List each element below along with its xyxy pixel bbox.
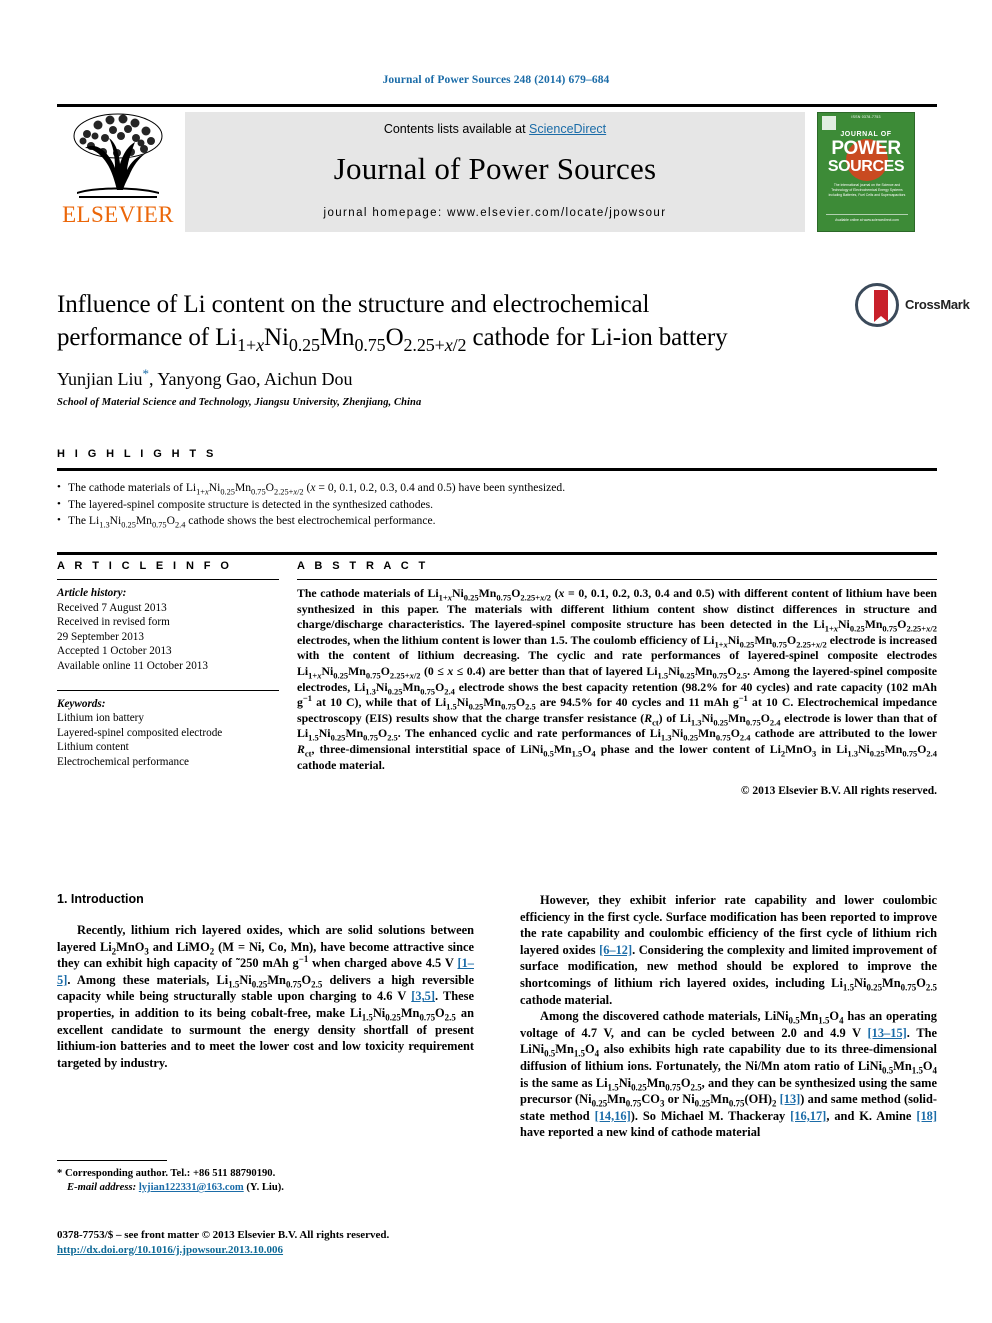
citation-link[interactable]: [3,5] [411, 989, 435, 1003]
author-list: Yunjian Liu*, Yanyong Gao, Aichun Dou [57, 366, 353, 389]
list-item: The Li1.3Ni0.25Mn0.75O2.4 cathode shows … [57, 512, 937, 530]
body-column-left: 1. Introduction Recently, lithium rich l… [57, 892, 474, 1141]
article-info-rule [57, 579, 279, 580]
bottom-matter: 0378-7753/$ – see front matter © 2013 El… [57, 1228, 657, 1257]
keywords-title: Keywords: [57, 697, 106, 710]
body-column-right: However, they exhibit inferior rate capa… [520, 892, 937, 1141]
keyword-item: Lithium content [57, 741, 129, 754]
title-line-1: Influence of Li content on the structure… [57, 291, 650, 318]
article-info-column: A R T I C L E I N F O Article history: R… [57, 560, 279, 797]
section-heading-introduction: 1. Introduction [57, 892, 144, 906]
elsevier-wordmark: ELSEVIER [62, 202, 174, 227]
running-head: Journal of Power Sources 248 (2014) 679–… [382, 74, 610, 86]
email-note: E-mail address: lyjian122331@163.com (Y.… [57, 1181, 474, 1195]
history-item: Received 7 August 2013 [57, 601, 167, 614]
paragraph: However, they exhibit inferior rate capa… [520, 893, 937, 1007]
highlights-rule [57, 468, 937, 471]
history-item: Available online 11 October 2013 [57, 659, 208, 672]
citation-link[interactable]: [18] [916, 1109, 937, 1123]
email-link[interactable]: lyjian122331@163.com [139, 1182, 244, 1193]
list-item: The cathode materials of Li1+xNi0.25Mn0.… [57, 479, 937, 497]
citation-link[interactable]: [16,17] [790, 1109, 826, 1123]
citation-link[interactable]: [13–15] [868, 1026, 907, 1040]
contents-line: Contents lists available at ScienceDirec… [185, 112, 805, 136]
keyword-item: Lithium ion battery [57, 712, 144, 725]
keywords-block: Keywords: Lithium ion battery Layered-sp… [57, 697, 279, 770]
paragraph: Among the discovered cathode materials, … [520, 1009, 937, 1140]
cover-issn: ISSN 0378-7753 [851, 115, 881, 119]
corresponding-author-marker: * [142, 366, 150, 381]
crossmark-circle-icon [855, 283, 899, 327]
footnote-rule [57, 1160, 167, 1161]
corresponding-author-note: * Corresponding author. Tel.: +86 511 88… [57, 1168, 276, 1179]
keywords-rule [57, 689, 279, 691]
history-item: 29 September 2013 [57, 630, 144, 643]
crossmark-label: CrossMark [905, 297, 970, 312]
journal-masthead: ELSEVIER Contents lists available at Sci… [57, 104, 937, 234]
history-item: Accepted 1 October 2013 [57, 645, 172, 658]
highlights-list: The cathode materials of Li1+xNi0.25Mn0.… [57, 472, 937, 530]
title-block: Influence of Li content on the structure… [57, 288, 847, 408]
citation-link[interactable]: [13] [780, 1092, 801, 1106]
keyword-item: Electrochemical performance [57, 755, 189, 768]
history-item: Received in revised form [57, 616, 170, 629]
abstract-column: A B S T R A C T The cathode materials of… [297, 560, 937, 797]
masthead-center-band: Contents lists available at ScienceDirec… [185, 112, 805, 232]
paragraph: Recently, lithium rich layered oxides, w… [57, 923, 475, 1070]
article-info-label: A R T I C L E I N F O [57, 560, 233, 572]
cover-journal-of: JOURNAL OF [840, 131, 892, 138]
journal-cover-thumbnail: ISSN 0378-7753 JOURNAL OF POWER SOURCES … [817, 112, 915, 232]
email-label: E-mail address: [67, 1182, 137, 1193]
title-line-2: performance of Li1+xNi0.25Mn0.75O2.25+x/… [57, 324, 728, 355]
elsevier-tree-icon [73, 113, 163, 198]
abstract-label: A B S T R A C T [297, 560, 429, 572]
citation-link[interactable]: [6–12] [599, 943, 632, 957]
contents-prefix: Contents lists available at [383, 122, 530, 136]
crossmark-ribbon-icon [874, 290, 888, 322]
cover-footer: Available online at www.sciencedirect.co… [826, 214, 908, 223]
abstract-rule [297, 579, 937, 580]
crossmark-badge[interactable]: CrossMark [855, 283, 970, 329]
journal-title: Journal of Power Sources [333, 151, 657, 186]
citation-link[interactable]: [14,16] [595, 1109, 631, 1123]
email-suffix: (Y. Liu). [243, 1182, 284, 1193]
doi-link[interactable]: http://dx.doi.org/10.1016/j.jpowsour.201… [57, 1244, 283, 1256]
paper-page: Journal of Power Sources 248 (2014) 679–… [0, 0, 992, 1323]
cover-sources-word: SOURCES [827, 158, 905, 175]
copyright-line: © 2013 Elsevier B.V. All rights reserved… [740, 785, 937, 798]
info-abstract-top-rule [57, 552, 937, 555]
footnote-block: * Corresponding author. Tel.: +86 511 88… [57, 1160, 474, 1195]
info-abstract-section: A R T I C L E I N F O Article history: R… [57, 552, 937, 797]
sciencedirect-link[interactable]: ScienceDirect [529, 122, 606, 136]
article-history-title: Article history: [57, 587, 127, 599]
affiliation: School of Material Science and Technolog… [57, 397, 422, 408]
highlights-label: H I G H L I G H T S [57, 448, 217, 460]
highlights-section: H I G H L I G H T S The cathode material… [57, 448, 937, 530]
cover-power-word: POWER [831, 138, 901, 159]
masthead-top-rule [57, 104, 937, 107]
article-history: Article history: Received 7 August 2013 … [57, 586, 279, 674]
issn-front-matter: 0378-7753/$ – see front matter © 2013 El… [57, 1229, 390, 1241]
elsevier-logo: ELSEVIER [57, 112, 179, 232]
body-columns: 1. Introduction Recently, lithium rich l… [57, 892, 937, 1141]
cover-subtitle: The international journal on the Science… [828, 183, 906, 197]
page-title: Influence of Li content on the structure… [57, 288, 847, 354]
list-item: The layered-spinel composite structure i… [57, 496, 937, 514]
keyword-item: Layered-spinel composited electrode [57, 726, 223, 739]
abstract-text: The cathode materials of Li1+xNi0.25Mn0.… [297, 586, 938, 772]
journal-homepage[interactable]: journal homepage: www.elsevier.com/locat… [185, 187, 805, 219]
